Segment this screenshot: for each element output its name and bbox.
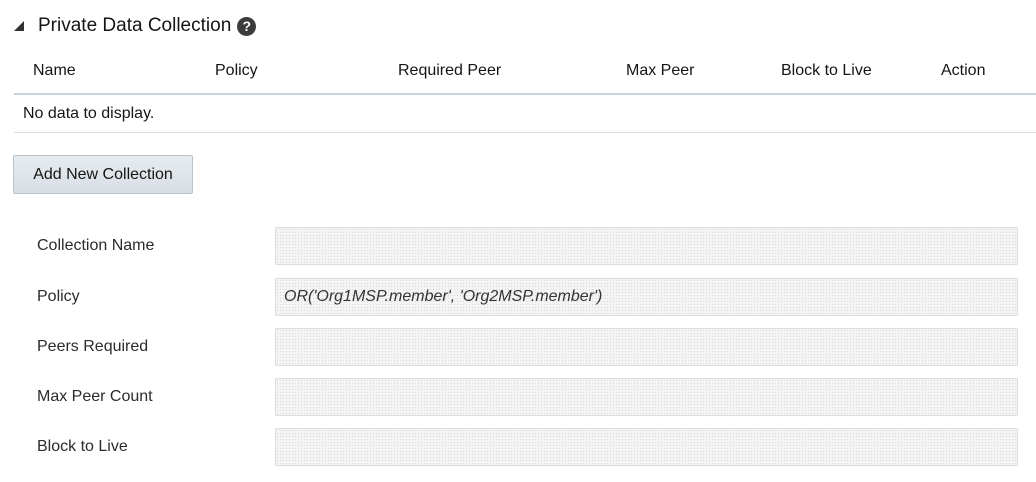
column-header-block-to-live[interactable]: Block to Live — [781, 62, 872, 80]
max-peer-count-label: Max Peer Count — [37, 388, 153, 405]
column-header-policy[interactable]: Policy — [215, 62, 258, 80]
column-header-required-peer[interactable]: Required Peer — [398, 62, 501, 80]
collapse-triangle-icon[interactable] — [12, 19, 26, 33]
collection-name-label: Collection Name — [37, 237, 155, 254]
column-header-action[interactable]: Action — [941, 62, 985, 80]
peers-required-label: Peers Required — [37, 338, 149, 355]
table-header: Name Policy Required Peer Max Peer Block… — [14, 50, 1036, 95]
max-peer-count-row: Max Peer Count — [37, 378, 1019, 416]
block-to-live-label: Block to Live — [37, 438, 128, 455]
block-to-live-row: Block to Live — [37, 428, 1019, 466]
empty-message: No data to display. — [23, 105, 155, 122]
peers-required-row: Peers Required — [37, 328, 1019, 366]
block-to-live-input[interactable] — [275, 428, 1018, 466]
help-icon[interactable]: ? — [237, 16, 257, 36]
section-title: Private Data Collection — [38, 15, 232, 36]
collection-name-row: Collection Name — [37, 227, 1019, 265]
column-header-name[interactable]: Name — [33, 62, 76, 80]
table-body: No data to display. — [14, 95, 1036, 133]
policy-row: Policy — [37, 278, 1019, 316]
section-header: Private Data Collection ? — [12, 12, 257, 40]
max-peer-count-input[interactable] — [275, 378, 1018, 416]
policy-input[interactable] — [275, 278, 1018, 316]
peers-required-input[interactable] — [275, 328, 1018, 366]
column-header-max-peer[interactable]: Max Peer — [626, 62, 694, 80]
policy-label: Policy — [37, 288, 80, 305]
collection-name-input[interactable] — [275, 227, 1018, 265]
collections-table: Name Policy Required Peer Max Peer Block… — [14, 50, 1036, 133]
add-new-collection-button[interactable]: Add New Collection — [13, 155, 193, 194]
